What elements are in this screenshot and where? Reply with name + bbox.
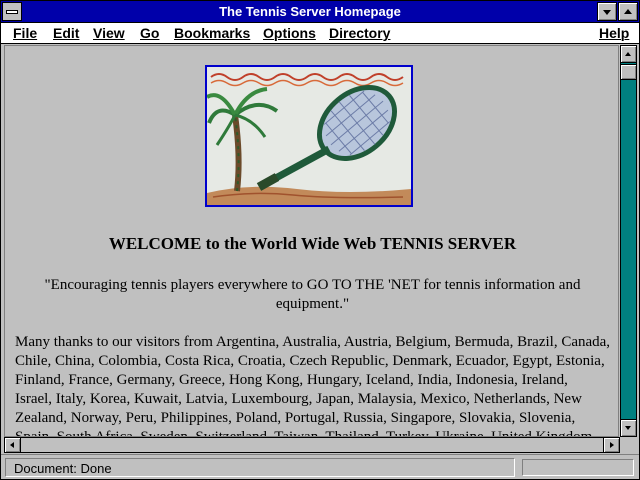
scroll-right-icon	[610, 442, 614, 448]
paragraph-line: Many thanks to our visitors from Argenti…	[15, 334, 611, 350]
scroll-down-icon	[625, 426, 631, 430]
page-heading: WELCOME to the World Wide Web TENNIS SER…	[108, 234, 517, 253]
visitor-thanks-paragraph: Many thanks to our visitors from Argenti…	[15, 333, 615, 437]
scroll-right-button[interactable]	[603, 438, 619, 452]
menu-directory[interactable]: Directory	[329, 25, 390, 41]
menu-edit[interactable]: Edit	[53, 25, 79, 41]
tagline-line: equipment."	[275, 296, 350, 312]
scroll-down-button[interactable]	[621, 419, 636, 436]
menu-help[interactable]: Help	[599, 25, 629, 41]
tagline-quote: "Encouraging tennis players everywhere t…	[35, 276, 590, 314]
menu-file[interactable]: File	[13, 25, 37, 41]
paragraph-line: Israel, Italy, Korea, Kuwait, Latvia, Lu…	[15, 391, 582, 407]
paragraph-line: Spain, South Africa, Sweden, Switzerland…	[15, 429, 597, 437]
progress-indicator	[522, 459, 634, 476]
menu-go[interactable]: Go	[140, 25, 159, 41]
maximize-icon	[624, 9, 632, 14]
minimize-button[interactable]	[597, 2, 617, 21]
scroll-up-button[interactable]	[621, 46, 636, 63]
paragraph-line: Finland, France, Germany, Greece, Hong K…	[15, 372, 568, 388]
status-bar: Document: Done	[1, 454, 639, 479]
menu-bookmarks[interactable]: Bookmarks	[174, 25, 250, 41]
scroll-up-icon	[625, 52, 631, 56]
window-title: The Tennis Server Homepage	[219, 4, 401, 19]
minimize-icon	[603, 10, 611, 15]
scroll-left-icon	[10, 442, 14, 448]
menu-view[interactable]: View	[93, 25, 125, 41]
paragraph-line: Chile, China, Colombia, Costa Rica, Croa…	[15, 353, 605, 369]
maximize-button[interactable]	[618, 2, 638, 21]
title-bar: The Tennis Server Homepage	[1, 1, 639, 23]
menu-options[interactable]: Options	[263, 25, 316, 41]
menu-bar: File Edit View Go Bookmarks Options Dire…	[1, 23, 639, 44]
browser-window: The Tennis Server Homepage File Edit Vie…	[0, 0, 640, 480]
vertical-scrollbar[interactable]	[620, 45, 637, 437]
page-content: WELCOME to the World Wide Web TENNIS SER…	[4, 45, 619, 437]
status-text: Document: Done	[5, 458, 515, 477]
scroll-left-button[interactable]	[5, 438, 21, 452]
scrollbar-corner	[620, 437, 637, 453]
tennis-banner-image[interactable]	[205, 65, 413, 207]
vertical-scroll-thumb[interactable]	[621, 64, 636, 80]
paragraph-line: Zealand, Norway, Peru, Philippines, Pola…	[15, 410, 576, 426]
tagline-line: "Encouraging tennis players everywhere t…	[44, 277, 581, 293]
system-menu-icon[interactable]	[2, 2, 22, 21]
horizontal-scrollbar[interactable]	[4, 437, 620, 453]
